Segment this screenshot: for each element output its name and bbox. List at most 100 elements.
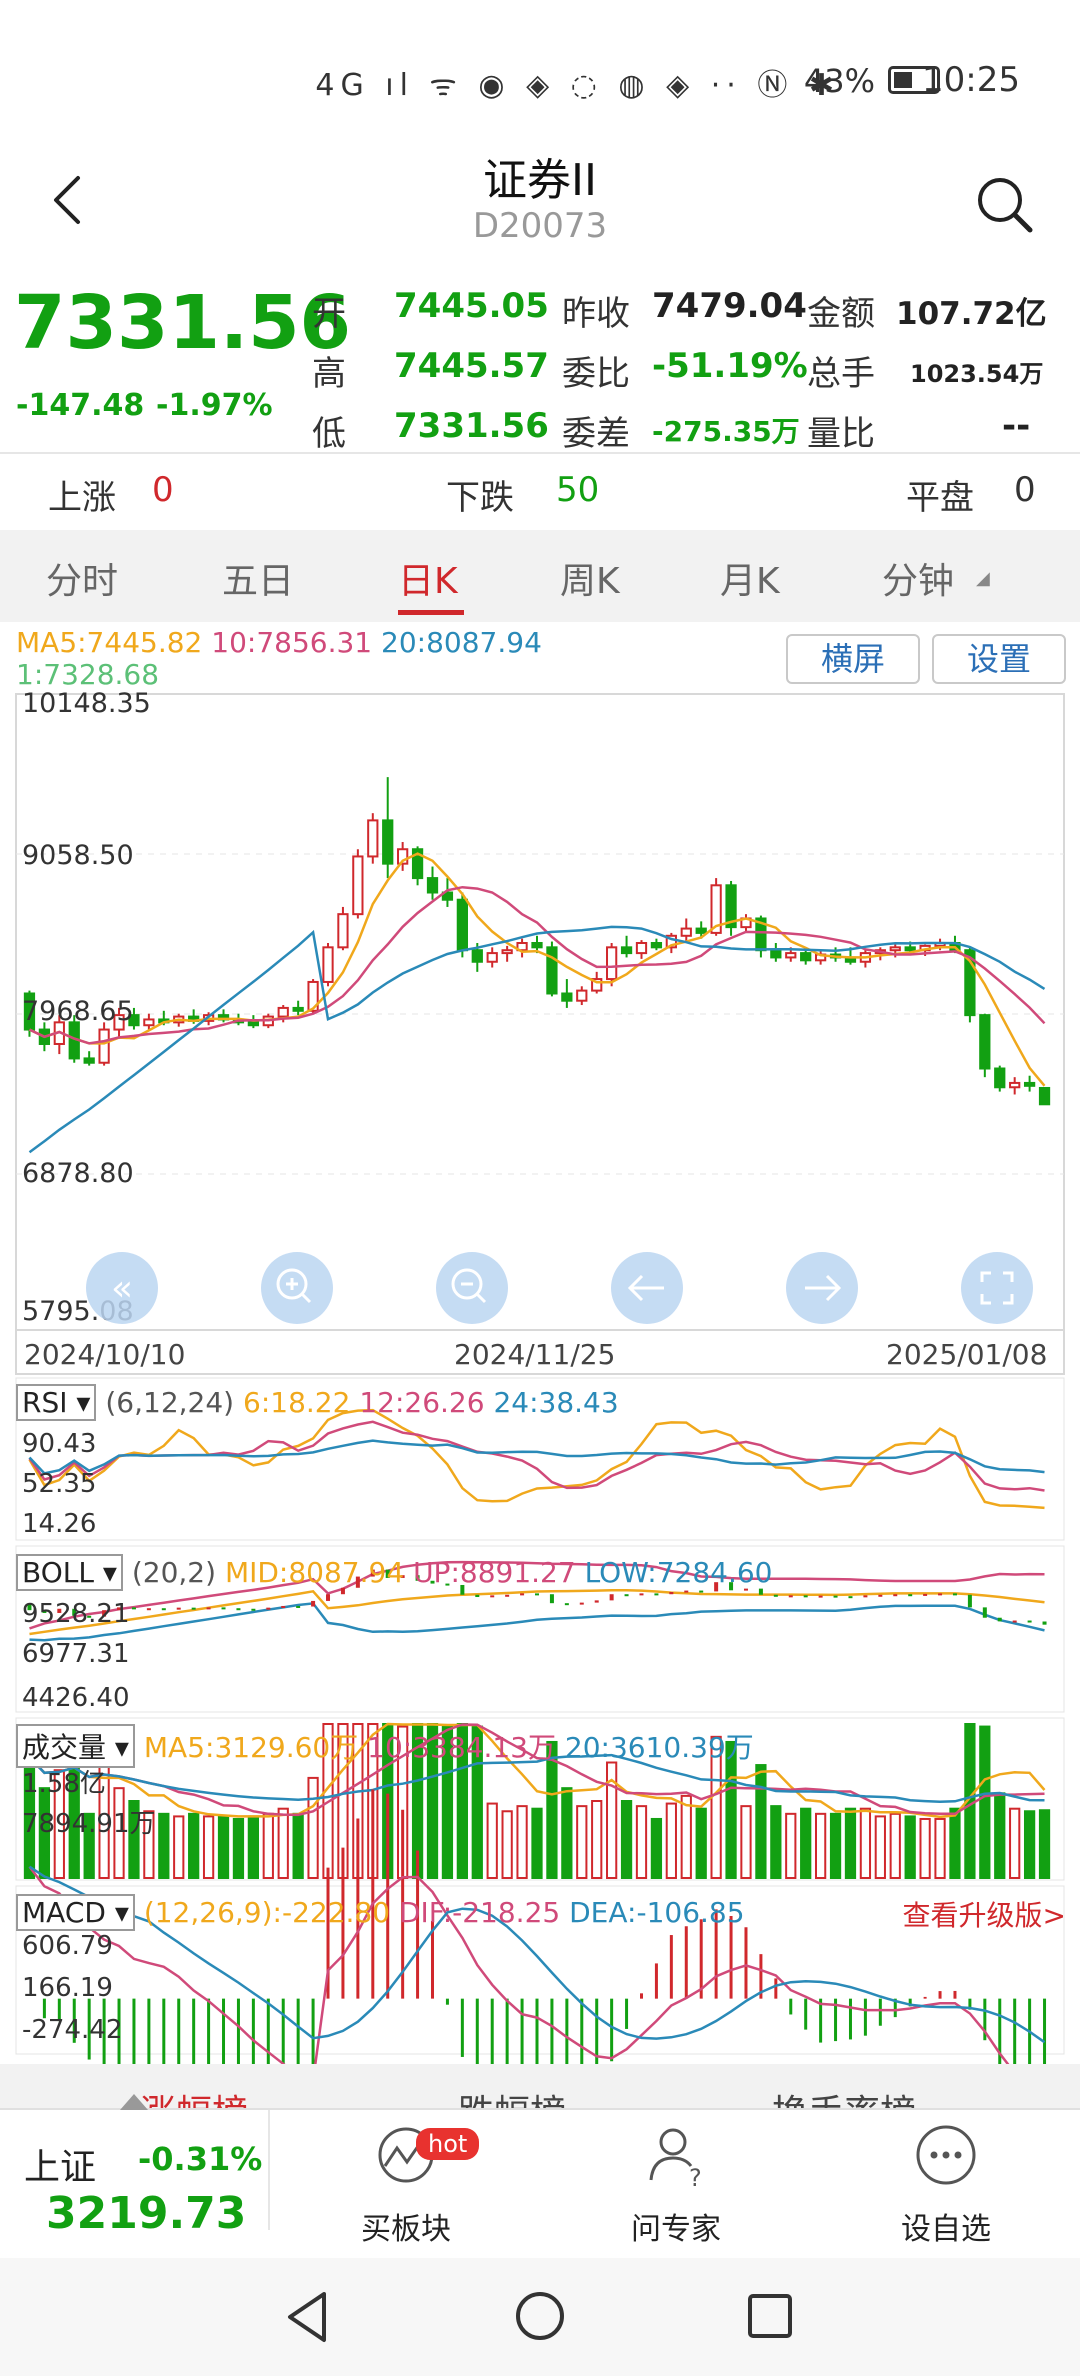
- boll-candle: [236, 1608, 241, 1611]
- header: 证券II D20073: [0, 140, 1080, 260]
- tab-weekly-k[interactable]: 周K: [560, 552, 620, 604]
- prev-close-label: 昨收: [562, 294, 630, 334]
- home-circle-icon[interactable]: [514, 2290, 566, 2342]
- tab-intraday[interactable]: 分时: [46, 552, 118, 604]
- boll-candle: [475, 1594, 480, 1598]
- tab-daily-k[interactable]: 日K: [398, 552, 458, 604]
- settings-button[interactable]: 设置: [932, 634, 1066, 684]
- volume-bar: [919, 1817, 931, 1880]
- macd-selector[interactable]: MACD ▾: [16, 1894, 135, 1931]
- upgrade-link[interactable]: 查看升级版>: [903, 1894, 1066, 1934]
- recents-square-icon[interactable]: [746, 2292, 794, 2340]
- y-label: 166.19: [22, 1973, 113, 2003]
- price-change: -147.48: [16, 388, 145, 423]
- index-name[interactable]: 上证: [24, 2138, 96, 2190]
- boll-candle: [146, 1608, 151, 1611]
- volume-bar: [800, 1807, 812, 1879]
- rsi-selector[interactable]: RSI ▾: [16, 1384, 97, 1421]
- y-label: 1.58亿: [22, 1769, 106, 1799]
- dea-value: DEA:-106.85: [569, 1896, 745, 1929]
- boll-candle: [326, 1594, 331, 1601]
- rank-tabs: 涨幅榜 跌幅榜 换手率榜: [0, 2064, 1080, 2108]
- price-change-pct: -1.97%: [156, 388, 273, 423]
- tab-gainers[interactable]: 涨幅榜: [140, 2084, 248, 2108]
- volume-selector[interactable]: 成交量 ▾: [16, 1724, 135, 1768]
- kline-frame: [15, 693, 1065, 1331]
- volume-bar: [277, 1807, 289, 1879]
- down-count: 50: [556, 470, 600, 510]
- zoom-out-icon[interactable]: [436, 1252, 508, 1324]
- boll-candle: [624, 1594, 629, 1597]
- period-tabs: 分时 五日 日K 周K 月K 分钟 ◢: [0, 530, 1080, 622]
- y-label: 7894.91万: [22, 1809, 156, 1839]
- volume-bar: [770, 1805, 782, 1879]
- volume-bar: [755, 1764, 767, 1879]
- more-dots-icon: [916, 2125, 976, 2185]
- hot-badge: hot: [416, 2128, 480, 2160]
- candle-body: [1009, 1081, 1021, 1089]
- quote-grid: 开 7445.05 昨收 7479.04 金额 107.72亿 高 7445.5…: [312, 270, 1072, 454]
- boll-candle: [818, 1595, 823, 1598]
- vol-ma20-value: 20:3610.39万: [564, 1731, 754, 1764]
- boll-candle: [609, 1594, 614, 1601]
- boll-candle: [938, 1593, 943, 1596]
- volume-ratio-label: 量比: [807, 414, 875, 454]
- boll-candle: [221, 1607, 226, 1610]
- candle-body: [426, 877, 439, 894]
- y-label: 7968.65: [22, 996, 134, 1027]
- y-label: 6977.31: [22, 1639, 130, 1669]
- back-triangle-icon[interactable]: [282, 2290, 332, 2344]
- boll-candle: [564, 1603, 569, 1606]
- search-icon[interactable]: [970, 170, 1040, 240]
- candle-body: [292, 1006, 304, 1012]
- tab-turnover[interactable]: 换手率榜: [772, 2084, 916, 2108]
- divider: [0, 452, 1080, 454]
- volume-bar: [859, 1807, 872, 1879]
- macd-params: (12,26,9):-222.80: [143, 1896, 391, 1929]
- boll-selector[interactable]: BOLL ▾: [16, 1554, 123, 1591]
- high-value: 7445.57: [394, 346, 549, 386]
- volume-bar: [650, 1817, 663, 1880]
- ask-expert-label: 问专家: [631, 2212, 721, 2247]
- add-watchlist-button[interactable]: 设自选: [846, 2120, 1046, 2248]
- last-price: 7331.56: [14, 280, 352, 366]
- boll-candle: [923, 1593, 928, 1596]
- fullscreen-icon[interactable]: [961, 1252, 1033, 1324]
- rsi6-value: 6:18.22: [243, 1386, 351, 1419]
- ma20-value: 20:8087.94: [381, 626, 542, 659]
- landscape-button[interactable]: 横屏: [786, 634, 920, 684]
- add-watchlist-label: 设自选: [901, 2212, 991, 2247]
- index-change: -0.31%: [138, 2140, 263, 2178]
- volume-bar: [232, 1817, 245, 1880]
- page-title: 证券II: [483, 155, 597, 206]
- candle-body: [367, 819, 379, 858]
- boll-candle: [639, 1593, 644, 1596]
- boll-candle: [833, 1595, 838, 1598]
- zoom-in-icon[interactable]: [261, 1252, 333, 1324]
- y-label: -274.42: [22, 2015, 122, 2045]
- open-value: 7445.05: [394, 286, 549, 326]
- active-tab-indicator: [398, 610, 464, 615]
- boll-candle: [788, 1595, 793, 1598]
- volume-label: 总手: [807, 354, 875, 394]
- tab-five-day[interactable]: 五日: [222, 552, 294, 604]
- buy-sector-label: 买板块: [361, 2212, 451, 2247]
- y-label: 52.35: [22, 1469, 96, 1499]
- ma5-value: MA5:7445.82: [16, 626, 203, 659]
- ask-expert-button[interactable]: ? 问专家: [576, 2120, 776, 2248]
- boll-candle: [997, 1617, 1002, 1622]
- tab-monthly-k[interactable]: 月K: [720, 552, 780, 604]
- tab-minute[interactable]: 分钟: [882, 552, 954, 604]
- boll-candle: [893, 1594, 898, 1597]
- boll-candle: [549, 1594, 554, 1604]
- expand-arrow-icon[interactable]: [120, 2094, 148, 2110]
- candle-body: [561, 992, 573, 1002]
- tab-losers[interactable]: 跌幅榜: [458, 2084, 566, 2108]
- candle-body: [531, 942, 543, 949]
- volume-bar: [292, 1812, 304, 1880]
- flat-count-label: 平盘: [906, 478, 974, 518]
- candle-body: [635, 942, 648, 955]
- boll-candle: [535, 1593, 539, 1596]
- volume-bar: [561, 1787, 573, 1879]
- boll-candle: [266, 1607, 271, 1610]
